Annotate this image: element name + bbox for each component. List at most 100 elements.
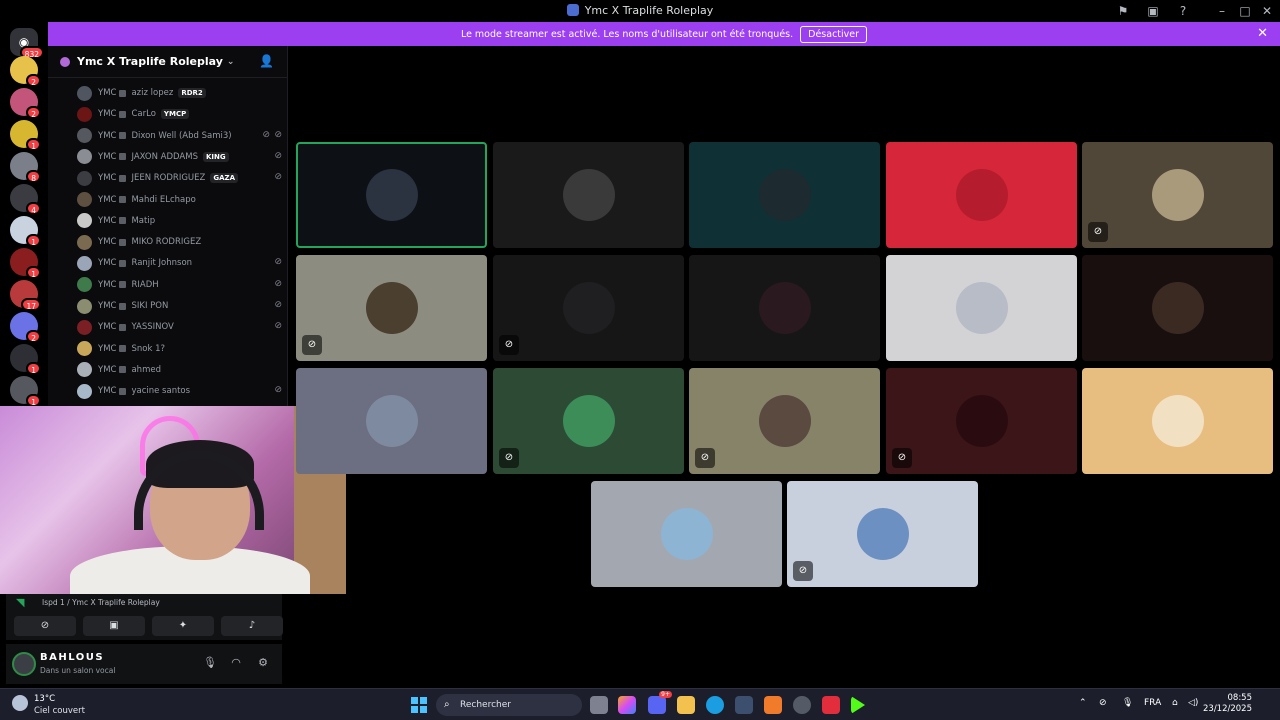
file-explorer-icon[interactable] <box>677 696 695 714</box>
participant-tile[interactable]: ⊘ <box>493 255 684 361</box>
game-launcher-icon[interactable] <box>822 696 840 714</box>
system-clock[interactable]: 08:55 23/12/2025 <box>1203 693 1252 715</box>
direct-messages-button[interactable]: ◉ 832 <box>10 28 44 59</box>
member-name: YASSINOV <box>131 322 174 333</box>
volume-icon[interactable]: ◁) <box>1188 698 1198 708</box>
voice-member[interactable]: YMC aziz lopez RDR2 <box>77 84 282 102</box>
server-icon-2[interactable]: 2 <box>10 88 41 119</box>
store-icon[interactable] <box>735 696 753 714</box>
voice-member[interactable]: YMC SIKI PON ⊘ <box>77 297 282 315</box>
participant-tile[interactable] <box>886 255 1077 361</box>
screen-share-button[interactable]: ▣ <box>83 616 145 636</box>
avatar <box>1151 395 1204 447</box>
voice-member[interactable]: YMC YASSINOV ⊘ <box>77 318 282 336</box>
tray-microphone-icon[interactable]: 🎙 <box>1122 698 1133 708</box>
channel-sidebar: Ymc X Traplife Roleplay ⌄ 👤 YMC aziz lope… <box>48 46 288 408</box>
member-name: yacine santos <box>131 386 191 397</box>
participant-tile[interactable] <box>886 142 1077 248</box>
chrome-icon[interactable] <box>793 696 811 714</box>
taskbar-search[interactable]: ⌕ Rechercher <box>436 694 582 716</box>
voice-member[interactable]: YMC Snok 1? <box>77 340 282 358</box>
voice-member[interactable]: YMC RIADH ⊘ <box>77 276 282 294</box>
member-tag: YMC <box>98 279 117 290</box>
windows-taskbar: 13°C Ciel couvert ⌕ Rechercher 9+ ⌃ ⊘ 🎙 … <box>0 688 1280 720</box>
windows-start-icon[interactable] <box>411 697 427 713</box>
microphone-icon[interactable]: 🎙 <box>202 655 218 671</box>
minimize-icon[interactable]: – <box>1214 3 1230 19</box>
soundboard-button[interactable]: ♪ <box>221 616 283 636</box>
task-view-icon[interactable] <box>590 696 608 714</box>
voice-member[interactable]: YMC MIKO RODRIGEZ <box>77 233 282 251</box>
voice-member[interactable]: YMC Matip <box>77 212 282 230</box>
voice-channel-path[interactable]: Ispd 1 / Ymc X Traplife Roleplay <box>42 598 160 607</box>
maximize-icon[interactable]: □ <box>1237 3 1253 19</box>
server-icon-9[interactable]: 2 <box>10 312 41 343</box>
inbox-flag-icon[interactable]: ⚑ <box>1115 3 1131 19</box>
participant-tile[interactable] <box>689 142 880 248</box>
server-icon-10[interactable]: 1 <box>10 344 41 375</box>
server-icon-4[interactable]: 8 <box>10 152 41 183</box>
avatar <box>77 319 92 335</box>
server-icon-1[interactable]: 2 <box>10 56 41 87</box>
tray-overflow-icon[interactable]: ⌃ <box>1079 698 1087 708</box>
headphones-icon[interactable]: ◠ <box>228 655 244 671</box>
server-badge: 17 <box>21 298 41 311</box>
disable-streamer-button[interactable]: Désactiver <box>800 25 868 43</box>
participant-tile[interactable]: ⊘ <box>886 368 1077 474</box>
camera-off-button[interactable]: ⊘ <box>14 616 76 636</box>
close-window-icon[interactable]: ✕ <box>1259 3 1275 19</box>
server-icon-5[interactable]: 4 <box>10 184 41 215</box>
discord-taskbar-icon[interactable]: 9+ <box>648 691 672 714</box>
voice-member[interactable]: YMC Ranjit Johnson ⊘ <box>77 254 282 272</box>
app-a-icon[interactable] <box>764 696 782 714</box>
server-icon-7[interactable]: 1 <box>10 248 41 279</box>
user-name[interactable]: BAHLOUS <box>40 652 104 663</box>
help-icon[interactable]: ? <box>1175 3 1191 19</box>
voice-member[interactable]: YMC ahmed <box>77 361 282 379</box>
search-placeholder: Rechercher <box>460 700 511 710</box>
server-icon-8[interactable]: 17 <box>10 280 41 311</box>
invite-people-icon[interactable]: 👤 <box>259 54 274 68</box>
avatar <box>758 169 811 221</box>
participant-tile[interactable]: ⊘ <box>689 368 880 474</box>
deafened-icon: ⊘ <box>274 129 282 140</box>
close-banner-icon[interactable]: ✕ <box>1257 26 1268 41</box>
avatar[interactable] <box>12 652 36 676</box>
kick-icon[interactable] <box>851 696 865 714</box>
participant-tile[interactable] <box>296 142 487 248</box>
participant-tile[interactable]: ⊘ <box>787 481 978 587</box>
avatar <box>955 169 1008 221</box>
participant-tile[interactable] <box>689 255 880 361</box>
participant-tile[interactable]: ⊘ <box>296 255 487 361</box>
participant-tile[interactable] <box>1082 368 1273 474</box>
server-header[interactable]: Ymc X Traplife Roleplay ⌄ 👤 <box>48 46 287 78</box>
activities-button[interactable]: ✦ <box>152 616 214 636</box>
server-icon-11[interactable]: 1 <box>10 376 41 407</box>
participant-tile[interactable] <box>493 142 684 248</box>
voice-member[interactable]: YMC Dixon Well (Abd Sami3) ⊘ ⊘ <box>77 127 282 145</box>
participant-tile[interactable] <box>591 481 782 587</box>
role-square-icon <box>119 110 127 118</box>
member-badge: YMCP <box>160 109 190 120</box>
avatar <box>77 255 92 271</box>
network-icon[interactable]: ⊘ <box>1099 698 1107 708</box>
language-indicator[interactable]: FRA <box>1144 698 1161 708</box>
participant-tile[interactable] <box>1082 255 1273 361</box>
participant-tile[interactable] <box>296 368 487 474</box>
wifi-icon[interactable]: ⌂ <box>1172 698 1178 708</box>
inbox-icon[interactable]: ▣ <box>1145 3 1161 19</box>
settings-gear-icon[interactable]: ⚙ <box>255 655 271 671</box>
copilot-icon[interactable] <box>618 696 636 714</box>
participant-tile[interactable]: ⊘ <box>1082 142 1273 248</box>
member-tag: YMC <box>98 343 117 354</box>
voice-member[interactable]: YMC CarLo YMCP <box>77 105 282 123</box>
server-icon-3[interactable]: 1 <box>10 120 41 151</box>
voice-member[interactable]: YMC JAXON ADDAMS KING ⊘ <box>77 148 282 166</box>
voice-member[interactable]: YMC JEEN RODRIGUEZ GAZA ⊘ <box>77 169 282 187</box>
participant-tile[interactable]: ⊘ <box>493 368 684 474</box>
muted-mic-icon: ⊘ <box>892 448 912 468</box>
voice-member[interactable]: YMC yacine santos ⊘ <box>77 382 282 400</box>
voice-member[interactable]: YMC Mahdi ELchapo <box>77 191 282 209</box>
server-icon-6[interactable]: 1 <box>10 216 41 247</box>
edge-browser-icon[interactable] <box>706 696 724 714</box>
